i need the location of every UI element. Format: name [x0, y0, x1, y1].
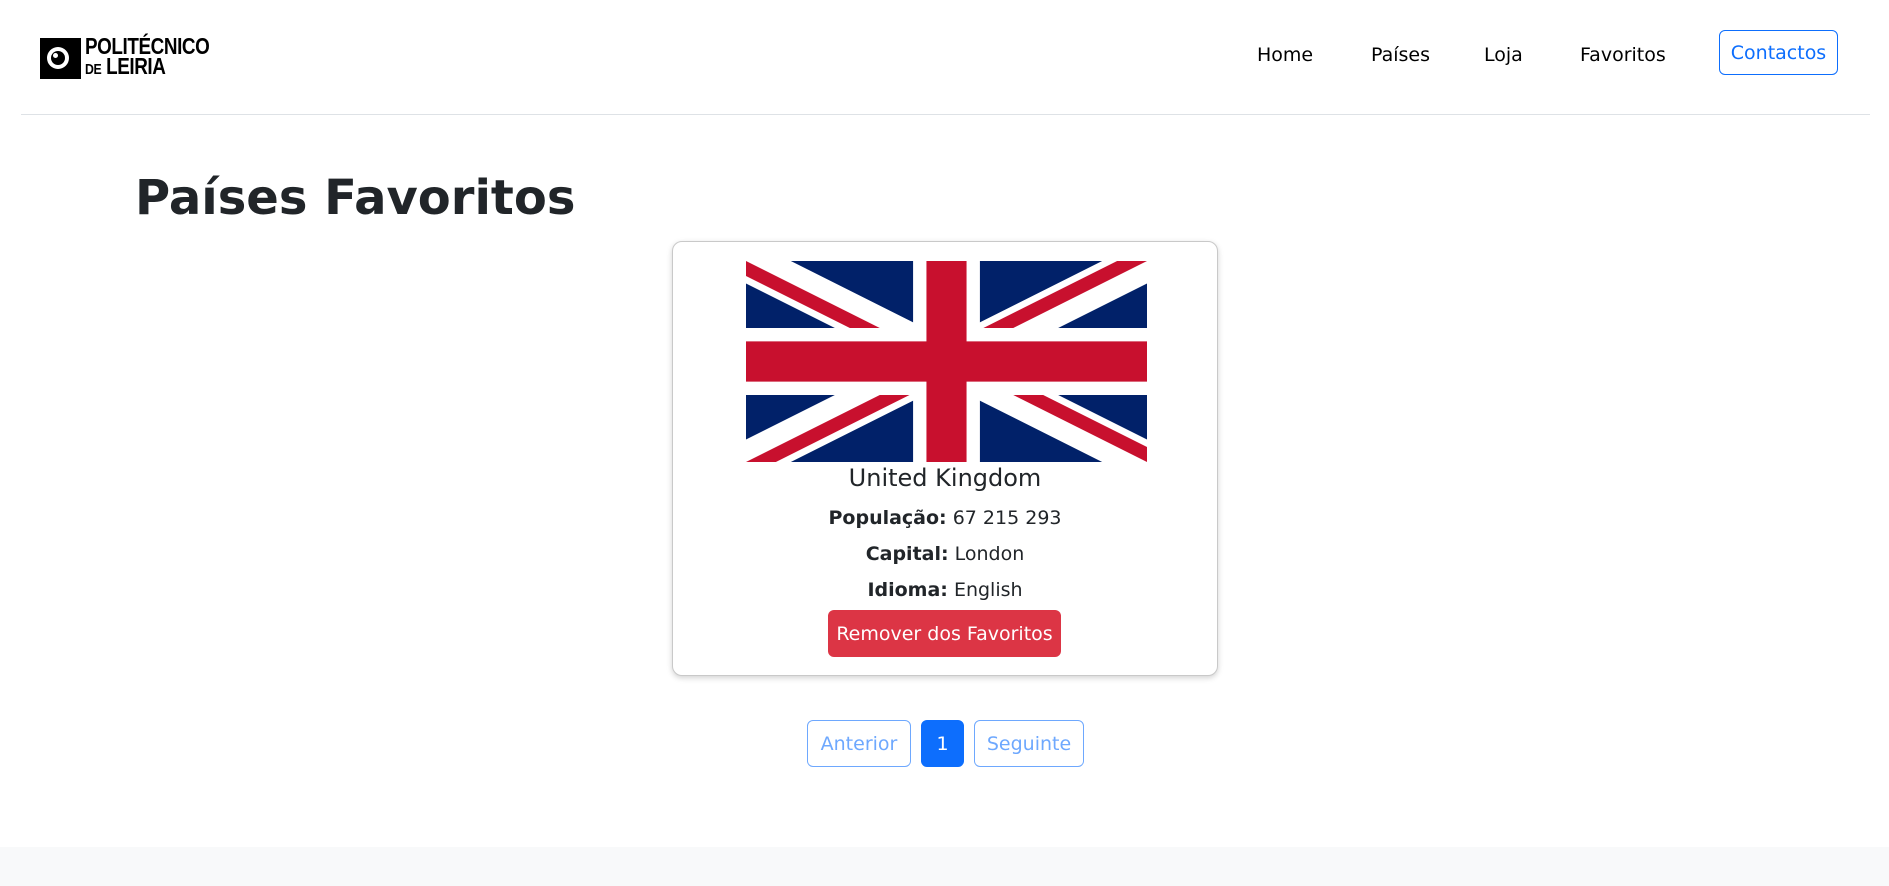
language-line: Idioma: English	[673, 579, 1217, 601]
country-name: United Kingdom	[848, 464, 1042, 492]
nav-link-favoritos[interactable]: Favoritos	[1580, 44, 1666, 66]
logo-line2-prefix: DE	[85, 61, 102, 78]
population-line: População: 67 215 293	[673, 507, 1217, 529]
uk-flag-icon	[746, 261, 1147, 462]
logo-line2-main: LEIRIA	[106, 53, 166, 79]
logo-text: POLITÉCNICO DE LEIRIA	[85, 35, 210, 80]
page-title: Países Favoritos	[135, 170, 576, 226]
population-label: População:	[828, 507, 947, 529]
footer	[0, 847, 1889, 886]
nav-link-paises[interactable]: Países	[1371, 44, 1430, 66]
capital-value: London	[954, 543, 1025, 565]
nav-link-home[interactable]: Home	[1257, 44, 1313, 66]
nav-link-loja[interactable]: Loja	[1484, 44, 1523, 66]
contact-button[interactable]: Contactos	[1719, 30, 1838, 75]
next-page-button[interactable]: Seguinte	[974, 720, 1084, 767]
navbar: POLITÉCNICO DE LEIRIA Home Países Loja F…	[21, 0, 1870, 115]
capital-label: Capital:	[865, 543, 949, 565]
logo-mark-icon	[40, 37, 81, 79]
pagination: Anterior 1 Seguinte	[0, 720, 1889, 768]
politecnico-leiria-logo[interactable]: POLITÉCNICO DE LEIRIA	[40, 35, 237, 80]
population-value: 67 215 293	[952, 507, 1062, 529]
country-card: United Kingdom População: 67 215 293 Cap…	[672, 241, 1218, 676]
previous-page-button[interactable]: Anterior	[807, 720, 911, 767]
language-value: English	[953, 579, 1023, 601]
logo-line2: DE LEIRIA	[85, 53, 209, 80]
language-label: Idioma:	[867, 579, 948, 601]
capital-line: Capital: London	[673, 543, 1217, 565]
page-1-button[interactable]: 1	[921, 720, 964, 767]
remove-favorite-button[interactable]: Remover dos Favoritos	[828, 610, 1061, 657]
